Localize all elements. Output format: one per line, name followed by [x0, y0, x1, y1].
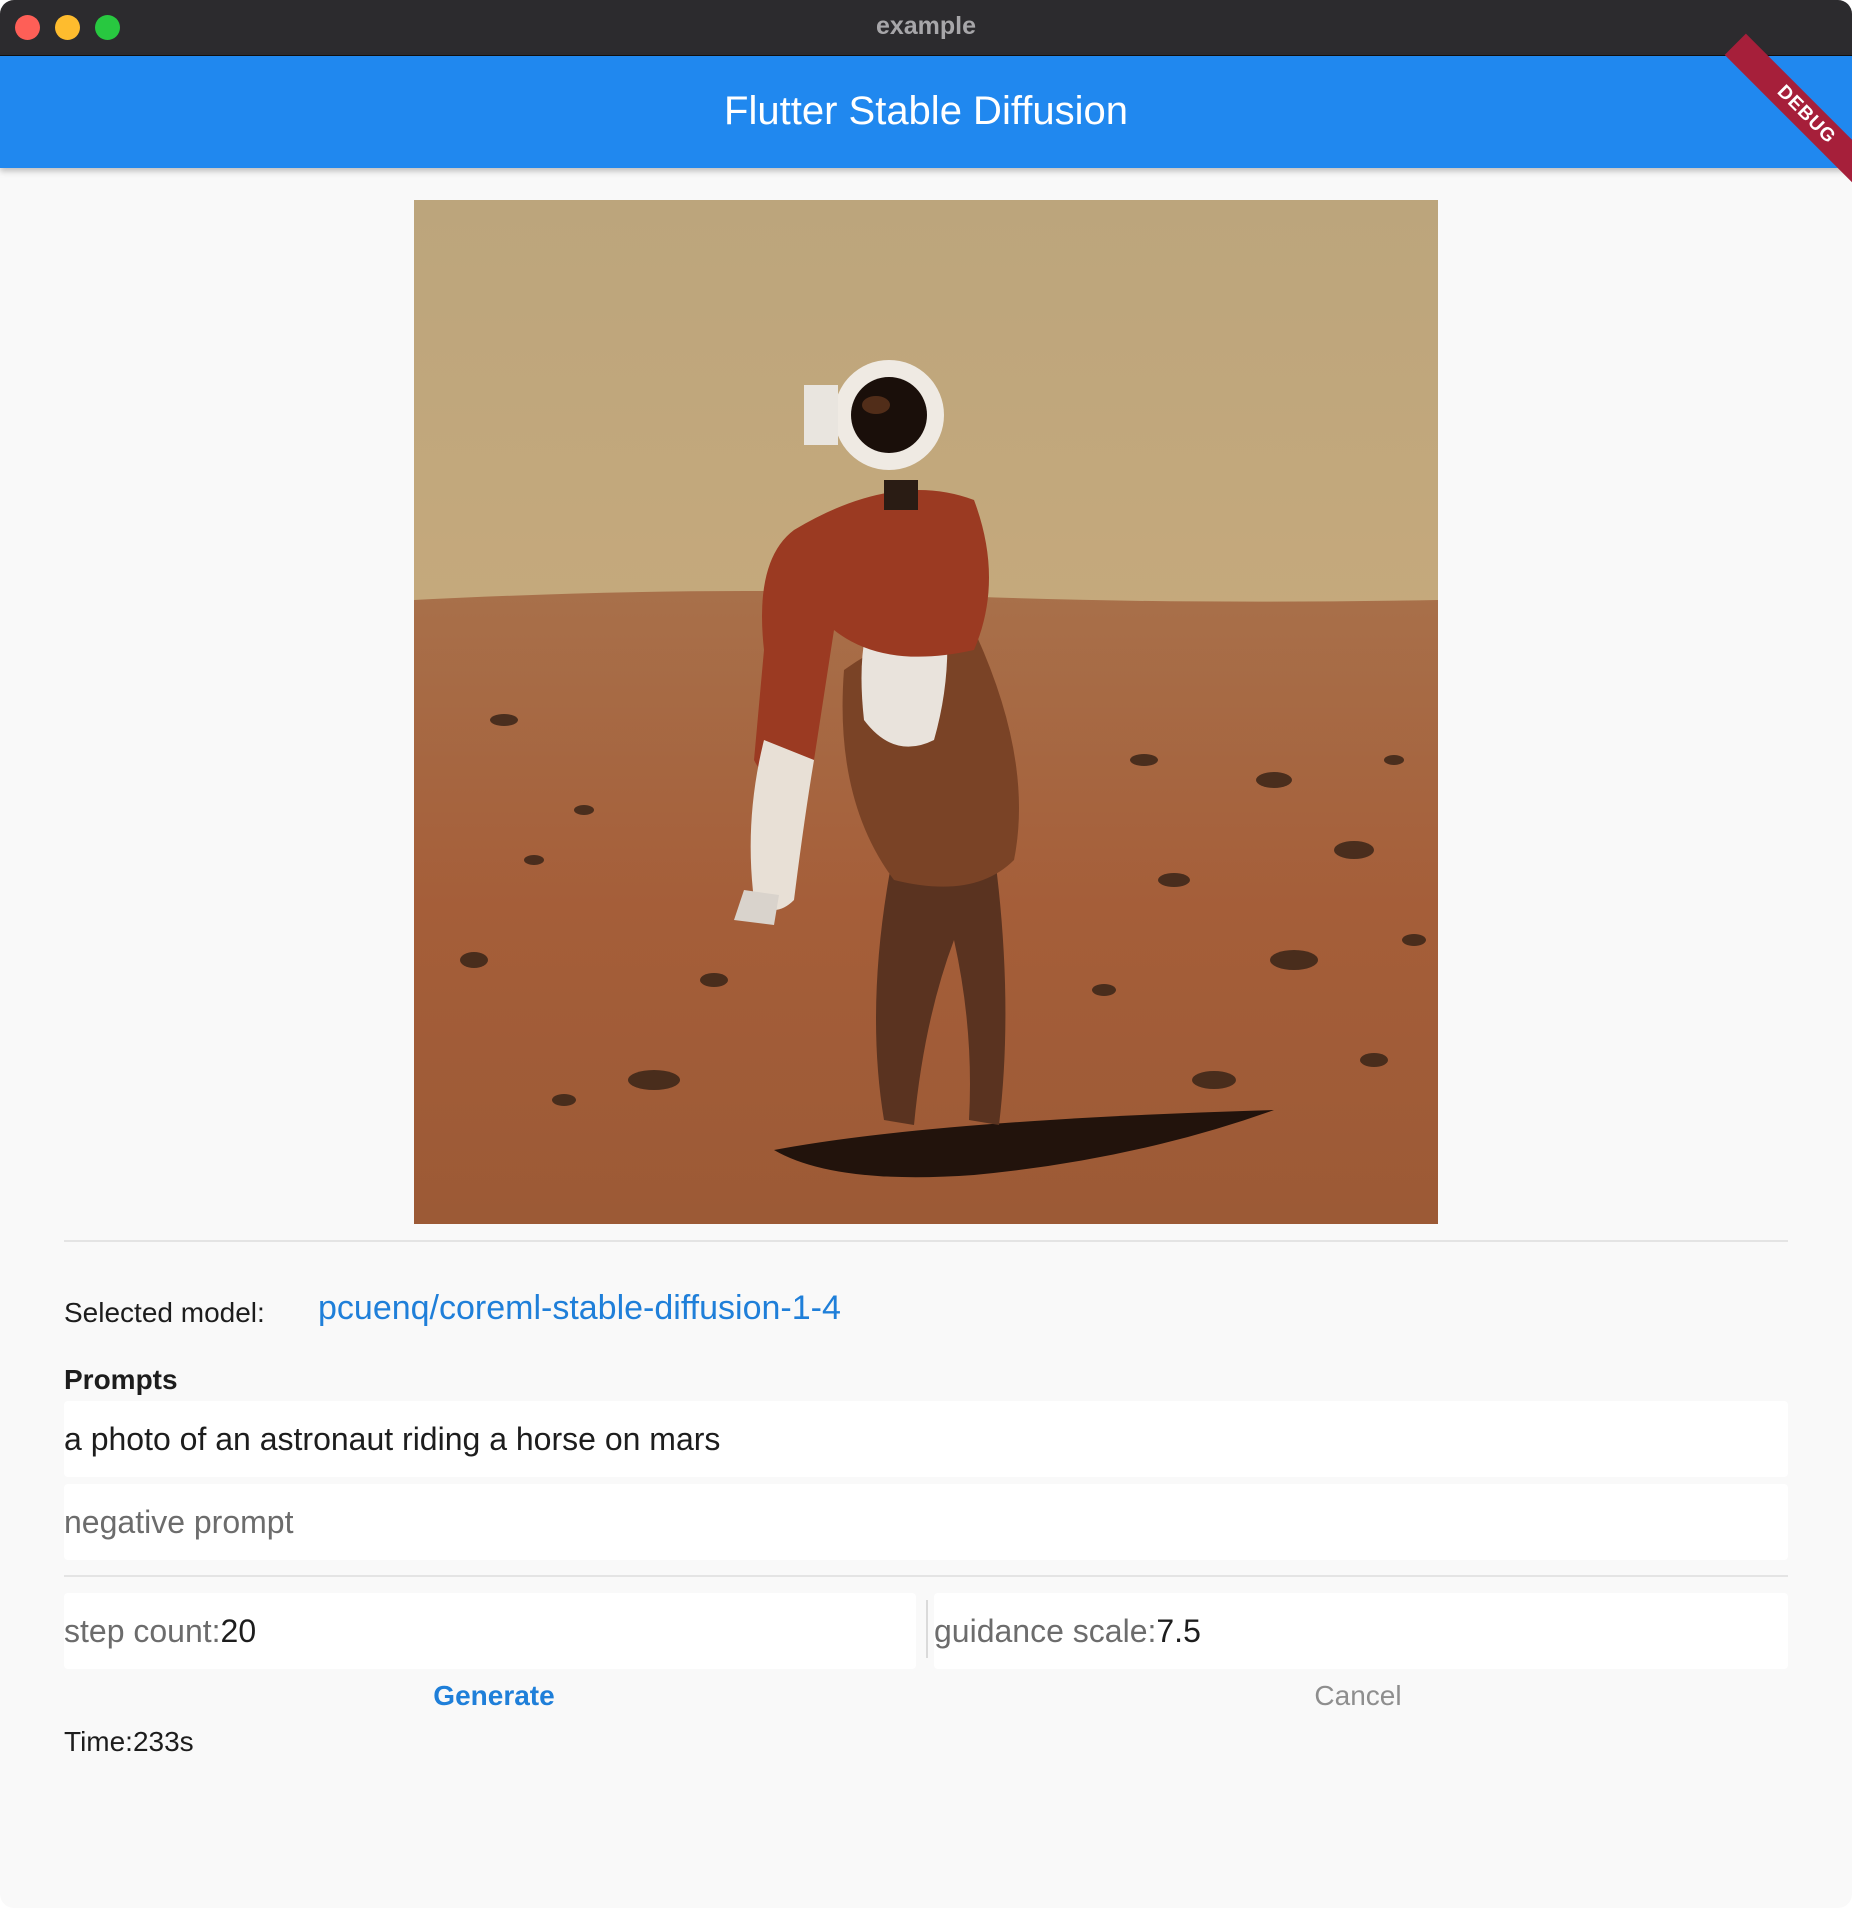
guidance-scale-input[interactable]: guidance scale:7.5: [934, 1593, 1788, 1669]
app-window: example Flutter Stable Diffusion DEBUG S…: [0, 0, 1852, 1908]
model-link[interactable]: pcuenq/coreml-stable-diffusion-1-4: [318, 1289, 841, 1328]
page-title: Flutter Stable Diffusion: [724, 89, 1128, 133]
window-title: example: [875, 12, 977, 40]
step-count-input[interactable]: step count:20: [64, 1593, 916, 1669]
negative-prompt-input[interactable]: negative prompt: [64, 1484, 1788, 1560]
divider: [64, 1240, 1788, 1242]
step-count-label: step count:: [64, 1613, 221, 1649]
window-titlebar: example: [0, 0, 1852, 56]
step-count-value: 20: [220, 1613, 257, 1649]
prompt-input[interactable]: a photo of an astronaut riding a horse o…: [64, 1401, 1788, 1477]
selected-model-label: Selected model:: [64, 1297, 265, 1328]
field-separator: [926, 1600, 928, 1658]
generated-image: [414, 200, 1438, 1224]
prompts-heading: Prompts: [64, 1364, 178, 1395]
app-bar: Flutter Stable Diffusion: [0, 56, 1852, 168]
generate-button[interactable]: Generate: [64, 1680, 924, 1712]
guidance-scale-value: 7.5: [1156, 1613, 1201, 1649]
divider: [64, 1575, 1788, 1577]
elapsed-time: Time:233s: [64, 1726, 194, 1757]
guidance-scale-label: guidance scale:: [934, 1613, 1157, 1649]
cancel-button[interactable]: Cancel: [928, 1680, 1788, 1712]
